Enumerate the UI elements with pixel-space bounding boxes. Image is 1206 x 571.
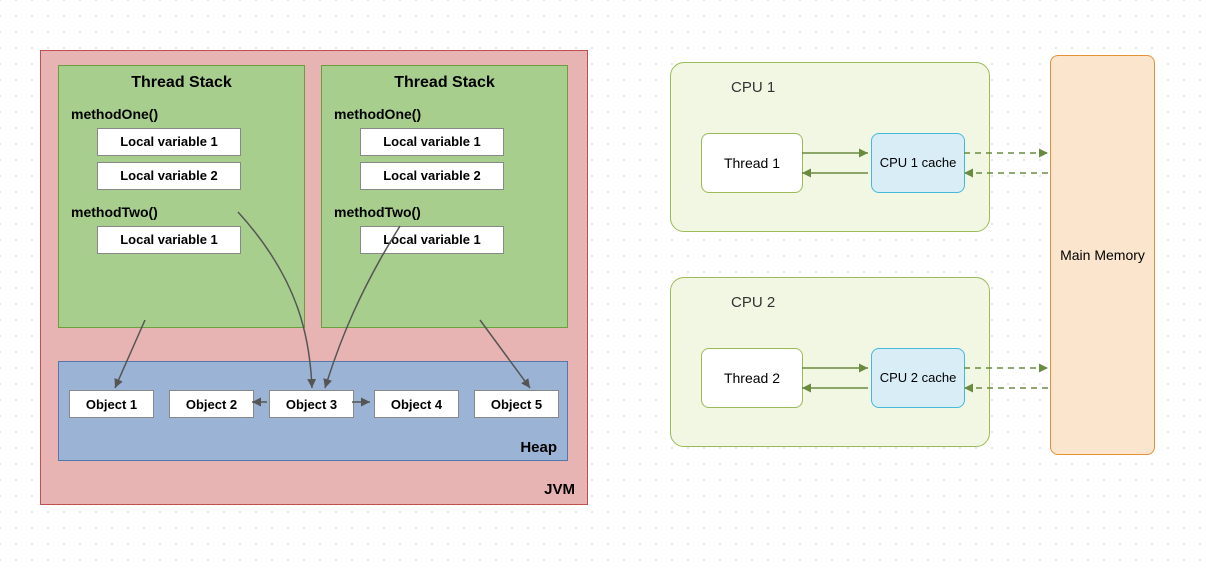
object-4: Object 4 — [374, 390, 459, 418]
cpu-1-cache-box: CPU 1 cache — [871, 133, 965, 193]
cpu-1-title: CPU 1 — [731, 79, 775, 96]
ts1-m2-local-1: Local variable 1 — [97, 226, 241, 254]
ts1-m1-local-2: Local variable 2 — [97, 162, 241, 190]
ts1-m1-local-1: Local variable 1 — [97, 128, 241, 156]
thread-stack-2-title: Thread Stack — [322, 74, 567, 92]
cpu-2-title: CPU 2 — [731, 294, 775, 311]
object-2: Object 2 — [169, 390, 254, 418]
thread-2-box: Thread 2 — [701, 348, 803, 408]
thread-stack-1-title: Thread Stack — [59, 74, 304, 92]
cpu-2-container: CPU 2 Thread 2 CPU 2 cache — [670, 277, 990, 447]
object-1: Object 1 — [69, 390, 154, 418]
ts1-method-two-label: methodTwo() — [71, 204, 304, 220]
object-3: Object 3 — [269, 390, 354, 418]
cpu-1-container: CPU 1 Thread 1 CPU 1 cache — [670, 62, 990, 232]
heap-container: Heap Object 1 Object 2 Object 3 Object 4… — [58, 361, 568, 461]
ts2-m1-local-1: Local variable 1 — [360, 128, 504, 156]
ts2-method-two-label: methodTwo() — [334, 204, 567, 220]
heap-label: Heap — [520, 439, 557, 456]
main-memory-box: Main Memory — [1050, 55, 1155, 455]
ts1-method-one-label: methodOne() — [71, 106, 304, 122]
thread-1-box: Thread 1 — [701, 133, 803, 193]
ts2-method-one-label: methodOne() — [334, 106, 567, 122]
cpu-2-cache-box: CPU 2 cache — [871, 348, 965, 408]
ts2-m1-local-2: Local variable 2 — [360, 162, 504, 190]
object-5: Object 5 — [474, 390, 559, 418]
ts2-m2-local-1: Local variable 1 — [360, 226, 504, 254]
jvm-container: JVM Thread Stack methodOne() Local varia… — [40, 50, 588, 505]
thread-stack-1: Thread Stack methodOne() Local variable … — [58, 65, 305, 328]
thread-stack-2: Thread Stack methodOne() Local variable … — [321, 65, 568, 328]
jvm-label: JVM — [544, 481, 575, 498]
